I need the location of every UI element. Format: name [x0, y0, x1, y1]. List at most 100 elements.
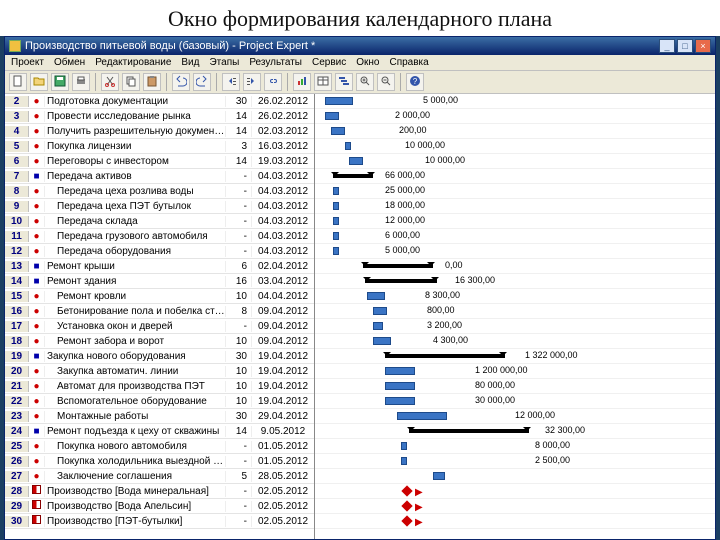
task-duration[interactable]: -: [226, 186, 252, 197]
table-row[interactable]: 6●Переговоры с инвестором1419.03.2012: [5, 154, 314, 169]
task-duration[interactable]: 10: [226, 396, 252, 407]
table-row[interactable]: 18●Ремонт забора и ворот1009.04.2012: [5, 334, 314, 349]
help-button[interactable]: ?: [406, 73, 424, 91]
table-row[interactable]: 27●Заключение соглашения528.05.2012: [5, 469, 314, 484]
summary-bar[interactable]: [363, 264, 433, 268]
maximize-button[interactable]: □: [677, 39, 693, 53]
gantt-row[interactable]: 200,00: [315, 124, 715, 139]
task-name[interactable]: Производство [Вода Апельсин]: [45, 501, 226, 512]
task-start-date[interactable]: 02.05.2012: [252, 486, 314, 497]
task-name[interactable]: Ремонт здания: [45, 276, 226, 287]
task-duration[interactable]: 14: [226, 426, 252, 437]
gantt-row[interactable]: 2 000,00: [315, 109, 715, 124]
table-row[interactable]: 28Производство [Вода минеральная]-02.05.…: [5, 484, 314, 499]
task-name[interactable]: Покупка холодильника выездной торговли: [45, 456, 226, 467]
indent-left-button[interactable]: [222, 73, 240, 91]
task-start-date[interactable]: 02.04.2012: [252, 261, 314, 272]
task-start-date[interactable]: 19.03.2012: [252, 156, 314, 167]
task-start-date[interactable]: 29.04.2012: [252, 411, 314, 422]
table-row[interactable]: 7■Передача активов-04.03.2012: [5, 169, 314, 184]
task-start-date[interactable]: 04.04.2012: [252, 291, 314, 302]
task-name[interactable]: Переговоры с инвестором: [45, 156, 226, 167]
menu-item-этапы[interactable]: Этапы: [209, 57, 239, 68]
task-start-date[interactable]: 9.05.2012: [252, 426, 314, 437]
table-row[interactable]: 14■Ремонт здания1603.04.2012: [5, 274, 314, 289]
task-name[interactable]: Ремонт подъезда к цеху от скважины: [45, 426, 226, 437]
task-start-date[interactable]: 04.03.2012: [252, 201, 314, 212]
gantt-row[interactable]: 1 322 000,00: [315, 349, 715, 364]
table-row[interactable]: 9●Передача цеха ПЭТ бутылок-04.03.2012: [5, 199, 314, 214]
task-name[interactable]: Ремонт забора и ворот: [45, 336, 226, 347]
task-duration[interactable]: -: [226, 201, 252, 212]
task-name[interactable]: Получить разрешительную документацию: [45, 126, 226, 137]
task-name[interactable]: Передача оборудования: [45, 246, 226, 257]
redo-button[interactable]: [193, 73, 211, 91]
menu-item-проект[interactable]: Проект: [11, 57, 44, 68]
print-button[interactable]: [72, 73, 90, 91]
menu-item-справка[interactable]: Справка: [389, 57, 428, 68]
menu-item-результаты[interactable]: Результаты: [249, 57, 302, 68]
folder-button[interactable]: [30, 73, 48, 91]
indent-right-button[interactable]: [243, 73, 261, 91]
gantt-row[interactable]: 8 000,00: [315, 439, 715, 454]
task-name[interactable]: Подготовка документации: [45, 96, 226, 107]
task-bar[interactable]: [397, 412, 447, 420]
menu-item-обмен[interactable]: Обмен: [54, 57, 85, 68]
task-name[interactable]: Передача склада: [45, 216, 226, 227]
task-duration[interactable]: 14: [226, 156, 252, 167]
gantt-row[interactable]: 25 000,00: [315, 184, 715, 199]
task-name[interactable]: Передача цеха ПЭТ бутылок: [45, 201, 226, 212]
gantt-row[interactable]: ▶: [315, 514, 715, 529]
task-start-date[interactable]: 04.03.2012: [252, 231, 314, 242]
table-row[interactable]: 25●Покупка нового автомобиля-01.05.2012: [5, 439, 314, 454]
task-start-date[interactable]: 19.04.2012: [252, 366, 314, 377]
task-bar[interactable]: [401, 442, 407, 450]
table-row[interactable]: 20●Закупка автоматич. линии1019.04.2012: [5, 364, 314, 379]
link-button[interactable]: [264, 73, 282, 91]
task-bar[interactable]: [385, 382, 415, 390]
table-row[interactable]: 17●Установка окон и дверей-09.04.2012: [5, 319, 314, 334]
task-duration[interactable]: -: [226, 441, 252, 452]
task-bar[interactable]: [349, 157, 363, 165]
gantt-row[interactable]: 10 000,00: [315, 139, 715, 154]
task-start-date[interactable]: 02.05.2012: [252, 501, 314, 512]
task-name[interactable]: Ремонт кровли: [45, 291, 226, 302]
table-row[interactable]: 29Производство [Вода Апельсин]-02.05.201…: [5, 499, 314, 514]
task-name[interactable]: Передача активов: [45, 171, 226, 182]
menu-item-окно[interactable]: Окно: [356, 57, 379, 68]
task-bar[interactable]: [333, 232, 339, 240]
task-duration[interactable]: -: [226, 171, 252, 182]
titlebar[interactable]: Производство питьевой воды (базовый) - P…: [5, 37, 715, 55]
gantt-row[interactable]: 1 200 000,00: [315, 364, 715, 379]
table-row[interactable]: 16●Бетонирование пола и побелка стен809.…: [5, 304, 314, 319]
task-duration[interactable]: -: [226, 456, 252, 467]
gantt-row[interactable]: 16 300,00: [315, 274, 715, 289]
task-bar[interactable]: [367, 292, 385, 300]
gantt-row[interactable]: 4 300,00: [315, 334, 715, 349]
gantt-row[interactable]: 80 000,00: [315, 379, 715, 394]
task-duration[interactable]: 14: [226, 111, 252, 122]
table-row[interactable]: 10●Передача склада-04.03.2012: [5, 214, 314, 229]
task-duration[interactable]: -: [226, 486, 252, 497]
task-name[interactable]: Передача цеха розлива воды: [45, 186, 226, 197]
task-duration[interactable]: 8: [226, 306, 252, 317]
task-name[interactable]: Провести исследование рынка: [45, 111, 226, 122]
task-bar[interactable]: [385, 397, 415, 405]
menu-item-сервис[interactable]: Сервис: [312, 57, 346, 68]
task-start-date[interactable]: 04.03.2012: [252, 171, 314, 182]
task-name[interactable]: Бетонирование пола и побелка стен: [45, 306, 226, 317]
task-duration[interactable]: 16: [226, 276, 252, 287]
summary-bar[interactable]: [385, 354, 505, 358]
table-row[interactable]: 3●Провести исследование рынка1426.02.201…: [5, 109, 314, 124]
task-name[interactable]: Закупка нового оборудования: [45, 351, 226, 362]
task-duration[interactable]: -: [226, 321, 252, 332]
menu-item-вид[interactable]: Вид: [181, 57, 199, 68]
task-bar[interactable]: [325, 97, 353, 105]
task-duration[interactable]: -: [226, 216, 252, 227]
gantt-row[interactable]: ▶: [315, 499, 715, 514]
copy-button[interactable]: [122, 73, 140, 91]
task-start-date[interactable]: 04.03.2012: [252, 246, 314, 257]
table-row[interactable]: 30Производство [ПЭТ-бутылки]-02.05.2012: [5, 514, 314, 529]
task-duration[interactable]: 3: [226, 141, 252, 152]
task-name[interactable]: Производство [Вода минеральная]: [45, 486, 226, 497]
